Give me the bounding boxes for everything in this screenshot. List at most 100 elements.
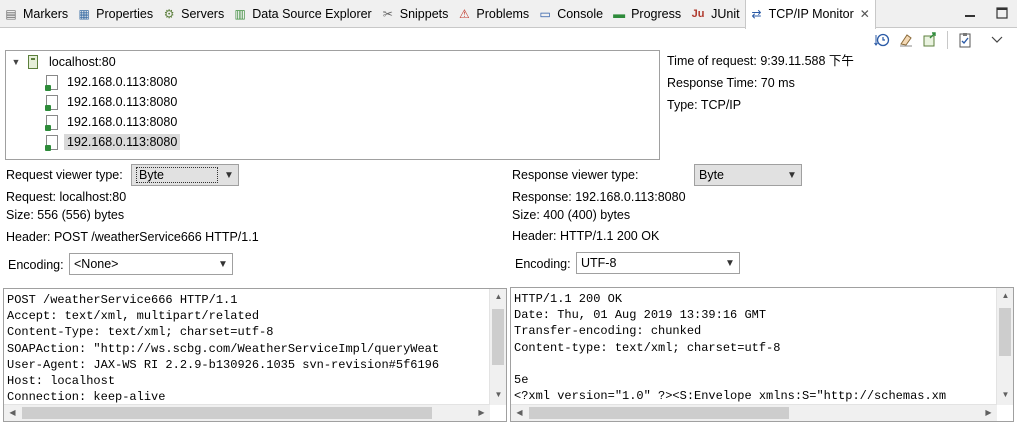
request-body-viewer[interactable]: POST /weatherService666 HTTP/1.1 Accept:… — [3, 288, 507, 422]
clock-sort-icon — [874, 33, 890, 47]
tab-tcpip-monitor[interactable]: ⇄ TCP/IP Monitor ✕ — [744, 0, 876, 29]
scroll-left-icon[interactable]: ◀ — [4, 408, 21, 417]
request-hscroll-thumb[interactable] — [22, 407, 432, 419]
request-icon — [45, 134, 58, 151]
show-header-button[interactable] — [920, 30, 940, 50]
minimize-view-button[interactable] — [961, 4, 979, 22]
progress-icon: ▬ — [613, 6, 626, 21]
eraser-icon — [900, 34, 912, 47]
tab-servers[interactable]: ⚙ Servers — [158, 0, 229, 28]
tab-data-source-explorer[interactable]: ▥ Data Source Explorer — [229, 0, 377, 28]
properties-button[interactable] — [955, 30, 975, 50]
tree-item-label: 192.168.0.113:8080 — [67, 95, 178, 109]
tcpip-monitor-icon: ⇄ — [751, 7, 762, 21]
scroll-down-icon[interactable]: ▼ — [997, 390, 1013, 399]
scroll-down-icon[interactable]: ▼ — [490, 390, 506, 399]
request-tree[interactable]: ▼ localhost:80 192.168.0.113:8080 192.16… — [5, 50, 660, 160]
tab-label: Servers — [181, 6, 225, 21]
request-icon — [45, 114, 58, 131]
chevron-down-icon: ▼ — [787, 169, 797, 181]
connection-type: Type: TCP/IP — [667, 98, 742, 112]
response-body-viewer[interactable]: HTTP/1.1 200 OK Date: Thu, 01 Aug 2019 1… — [510, 287, 1014, 422]
request-encoding-value: <None> — [74, 257, 119, 271]
tab-junit[interactable]: Ju JUnit — [686, 0, 744, 28]
properties-icon: ▦ — [78, 6, 90, 21]
tab-label: Markers — [23, 6, 69, 21]
request-address: Request: localhost:80 — [6, 190, 127, 204]
tab-label: TCP/IP Monitor — [768, 7, 854, 21]
tab-properties[interactable]: ▦ Properties — [73, 0, 158, 28]
response-time: Response Time: 70 ms — [667, 76, 795, 90]
time-of-request: Time of request: 9:39.11.588 下午 — [667, 54, 854, 68]
maximize-icon — [996, 7, 1008, 19]
clipboard-check-icon — [959, 33, 971, 48]
tab-progress[interactable]: ▬ Progress — [608, 0, 686, 28]
chevron-down-icon: ▼ — [218, 258, 228, 270]
tree-root-localhost[interactable]: ▼ localhost:80 — [10, 52, 119, 72]
response-horizontal-scrollbar[interactable]: ◀ ▶ — [511, 404, 997, 421]
maximize-view-button[interactable] — [993, 4, 1011, 22]
scroll-up-icon[interactable]: ▲ — [997, 291, 1013, 300]
minimize-icon — [965, 15, 975, 17]
response-viewer-type-label: Response viewer type: — [512, 168, 639, 182]
clear-list-button[interactable] — [896, 30, 916, 50]
chevron-down-icon: ▼ — [725, 257, 735, 269]
request-horizontal-scrollbar[interactable]: ◀ ▶ — [4, 404, 490, 421]
scroll-left-icon[interactable]: ◀ — [511, 408, 528, 417]
chevron-down-icon — [991, 36, 1003, 43]
chevron-down-icon: ▼ — [224, 169, 234, 181]
request-icon — [45, 94, 58, 111]
request-viewer-type-label: Request viewer type: — [6, 168, 123, 182]
chevron-down-icon[interactable]: ▼ — [10, 57, 22, 67]
response-encoding-select[interactable]: UTF-8 ▼ — [576, 252, 740, 274]
properties-check-icon — [923, 32, 936, 47]
response-body-text: HTTP/1.1 200 OK Date: Thu, 01 Aug 2019 1… — [514, 292, 947, 404]
request-encoding-label: Encoding: — [8, 258, 64, 272]
request-icon — [45, 74, 58, 91]
tree-item-label: 192.168.0.113:8080 — [67, 115, 178, 129]
response-viewer-type-value: Byte — [699, 168, 725, 182]
request-encoding-select[interactable]: <None> ▼ — [69, 253, 233, 275]
response-vertical-scrollbar[interactable]: ▲ ▼ — [996, 288, 1013, 405]
tab-snippets[interactable]: ✂ Snippets — [377, 0, 454, 28]
close-tab-icon[interactable]: ✕ — [860, 7, 870, 21]
sort-by-response-time-button[interactable] — [872, 30, 892, 50]
request-vscroll-thumb[interactable] — [492, 309, 504, 365]
response-header: Header: HTTP/1.1 200 OK — [512, 229, 660, 243]
tab-label: Data Source Explorer — [252, 6, 372, 21]
request-header: Header: POST /weatherService666 HTTP/1.1 — [6, 230, 259, 244]
response-hscroll-thumb[interactable] — [529, 407, 789, 419]
tree-item-label: 192.168.0.113:8080 — [67, 75, 178, 89]
tab-markers[interactable]: ▤ Markers — [0, 0, 73, 28]
request-size: Size: 556 (556) bytes — [6, 208, 125, 222]
request-viewer-type-value: Byte — [136, 167, 218, 183]
tree-item-request[interactable]: 192.168.0.113:8080 — [45, 112, 180, 132]
view-tab-bar: ▤ Markers ▦ Properties ⚙ Servers ▥ Data … — [0, 0, 1017, 29]
server-icon — [28, 55, 38, 69]
tree-root-label: localhost:80 — [49, 55, 116, 69]
response-vscroll-thumb[interactable] — [999, 308, 1011, 356]
tree-item-request-selected[interactable]: 192.168.0.113:8080 — [45, 132, 181, 152]
tree-item-label: 192.168.0.113:8080 — [64, 134, 181, 150]
response-viewer-type-select[interactable]: Byte ▼ — [694, 164, 802, 186]
markers-icon: ▤ — [5, 6, 17, 21]
problems-icon: ⚠ — [459, 6, 470, 21]
tree-item-request[interactable]: 192.168.0.113:8080 — [45, 72, 180, 92]
servers-icon: ⚙ — [163, 6, 175, 21]
view-menu-button[interactable] — [987, 30, 1007, 50]
response-size: Size: 400 (400) bytes — [512, 208, 631, 222]
scroll-up-icon[interactable]: ▲ — [490, 292, 506, 301]
tab-label: Snippets — [399, 6, 449, 21]
scroll-right-icon[interactable]: ▶ — [980, 408, 997, 417]
tab-console[interactable]: ▭ Console — [534, 0, 608, 28]
response-encoding-label: Encoding: — [515, 257, 571, 271]
request-viewer-type-select[interactable]: Byte ▼ — [131, 164, 239, 186]
scroll-right-icon[interactable]: ▶ — [473, 408, 490, 417]
tab-problems[interactable]: ⚠ Problems — [453, 0, 534, 28]
data-source-icon: ▥ — [234, 6, 246, 21]
request-vertical-scrollbar[interactable]: ▲ ▼ — [489, 289, 506, 405]
tree-item-request[interactable]: 192.168.0.113:8080 — [45, 92, 180, 112]
tab-label: Problems — [476, 6, 530, 21]
snippets-icon: ✂ — [382, 6, 393, 21]
junit-icon: Ju — [691, 7, 705, 20]
